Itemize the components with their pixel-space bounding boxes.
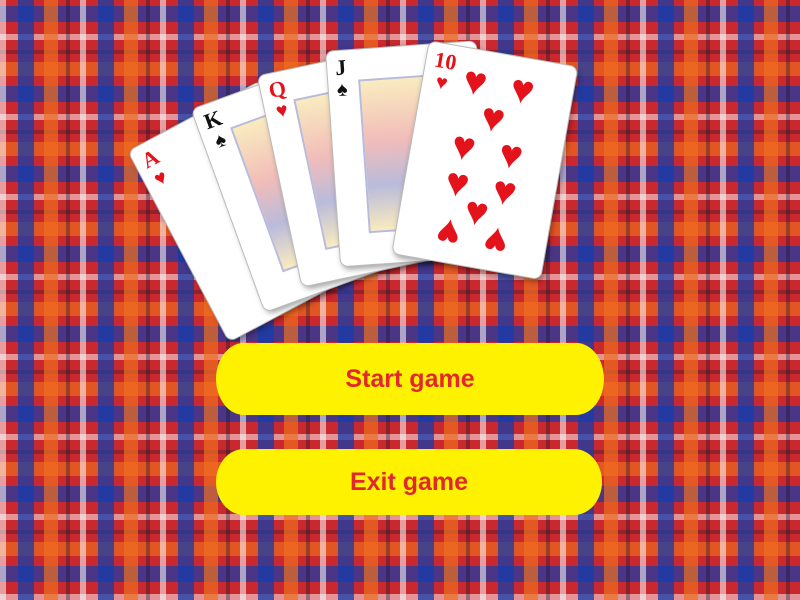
card-corner: 10 ♥ <box>429 46 459 96</box>
card-corner: Q ♥ <box>266 75 293 124</box>
exit-game-button[interactable]: Exit game <box>216 449 602 515</box>
card-rank: J <box>334 54 348 81</box>
card-corner: K ♠ <box>201 105 232 154</box>
card-fan: A ♥ K ♠ Q ♥ J ♠ 10 ♥ ♥ ♥ ♥ ♥ ♥ ♥ ♥ ♥ ♥ ♥ <box>127 10 580 343</box>
heart-pip-icon: ♥ <box>506 66 538 114</box>
heart-pip-icon: ♥ <box>433 208 465 257</box>
heart-icon: ♥ <box>150 165 172 191</box>
spade-icon: ♠ <box>336 78 349 102</box>
card-rank: 10 <box>432 46 459 76</box>
card-corner: J ♠ <box>334 54 349 102</box>
start-game-button[interactable]: Start game <box>216 343 604 415</box>
heart-pip-icon: ♥ <box>489 167 521 216</box>
spade-icon: ♠ <box>211 128 230 153</box>
heart-icon: ♥ <box>273 99 291 124</box>
